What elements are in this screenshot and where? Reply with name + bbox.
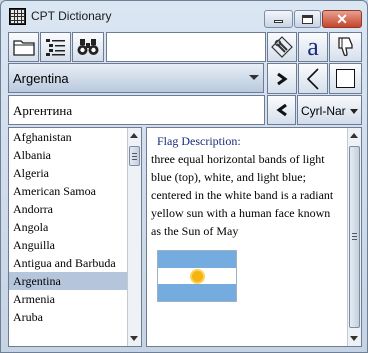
list-item[interactable]: Antigua and Barbuda bbox=[9, 254, 141, 272]
app-grid-icon bbox=[9, 8, 26, 25]
scroll-down-icon[interactable] bbox=[350, 336, 358, 341]
previous-button[interactable] bbox=[298, 63, 328, 94]
forward-button[interactable] bbox=[267, 63, 297, 94]
transliteration-field[interactable]: Аргентина bbox=[8, 95, 265, 125]
list-item[interactable]: Albania bbox=[9, 146, 141, 164]
list-view-button[interactable] bbox=[40, 32, 71, 62]
title-bar[interactable]: CPT Dictionary ✕ bbox=[1, 1, 367, 31]
chevron-down-icon bbox=[350, 109, 358, 114]
scroll-up-icon[interactable] bbox=[350, 133, 358, 138]
tools-button[interactable] bbox=[267, 32, 297, 62]
app-window: CPT Dictionary ✕ a Argentina Аргентина C… bbox=[0, 0, 368, 353]
list-item[interactable]: Algeria bbox=[9, 164, 141, 182]
minimize-icon bbox=[274, 19, 283, 23]
minimize-button[interactable] bbox=[264, 10, 293, 28]
find-button[interactable] bbox=[72, 32, 104, 62]
list-item[interactable]: Angola bbox=[9, 218, 141, 236]
forward-icon bbox=[277, 72, 288, 85]
list-icon bbox=[45, 39, 65, 56]
description-text: three equal horizontal bands of light bl… bbox=[151, 152, 334, 238]
square-icon bbox=[336, 69, 355, 88]
flag-image bbox=[157, 250, 237, 302]
list-item-selected[interactable]: Argentina bbox=[9, 272, 141, 290]
scrollbar-thumb[interactable] bbox=[129, 146, 140, 166]
maximize-icon bbox=[302, 14, 313, 24]
folder-icon bbox=[12, 40, 35, 56]
list-item[interactable]: Anguilla bbox=[9, 236, 141, 254]
list-item[interactable]: Andorra bbox=[9, 200, 141, 218]
list-item[interactable]: American Samoa bbox=[9, 182, 141, 200]
country-list-scrollbar[interactable] bbox=[127, 128, 141, 346]
list-item[interactable]: Afghanistan bbox=[9, 128, 141, 146]
chevron-down-icon bbox=[249, 75, 259, 80]
font-a-icon: a bbox=[307, 32, 319, 61]
scroll-up-icon[interactable] bbox=[130, 133, 138, 138]
window-title: CPT Dictionary bbox=[31, 9, 112, 23]
country-list[interactable]: Afghanistan Albania Algeria American Sam… bbox=[8, 127, 142, 347]
back-icon bbox=[275, 103, 287, 117]
binoculars-icon bbox=[77, 39, 99, 55]
description-scrollbar[interactable] bbox=[347, 128, 361, 346]
scroll-down-icon[interactable] bbox=[130, 336, 138, 341]
scrollbar-thumb[interactable] bbox=[349, 146, 360, 328]
list-item[interactable]: Armenia bbox=[9, 290, 141, 308]
maximize-button[interactable] bbox=[294, 10, 321, 28]
flag-description-panel: Flag Description: three equal horizontal… bbox=[146, 127, 362, 347]
list-item[interactable]: Aruba bbox=[9, 308, 141, 326]
dislike-button[interactable] bbox=[329, 32, 362, 62]
language-select[interactable]: Argentina bbox=[8, 63, 264, 93]
font-button[interactable]: a bbox=[298, 32, 328, 62]
wrench-icon bbox=[271, 36, 293, 58]
left-chevron-icon bbox=[306, 67, 319, 90]
thumbs-down-icon bbox=[337, 37, 353, 57]
search-input[interactable] bbox=[106, 32, 266, 62]
sun-icon bbox=[192, 271, 203, 282]
back-button[interactable] bbox=[267, 95, 296, 125]
script-select[interactable]: Cyrl-Nar bbox=[297, 95, 362, 125]
close-button[interactable]: ✕ bbox=[322, 10, 362, 28]
script-selected-value: Cyrl-Nar bbox=[301, 104, 346, 118]
language-selected-value: Argentina bbox=[13, 71, 69, 86]
open-folder-button[interactable] bbox=[8, 32, 39, 62]
description-heading: Flag Description: bbox=[157, 134, 241, 148]
close-icon: ✕ bbox=[336, 11, 348, 27]
stop-button[interactable] bbox=[329, 63, 362, 94]
